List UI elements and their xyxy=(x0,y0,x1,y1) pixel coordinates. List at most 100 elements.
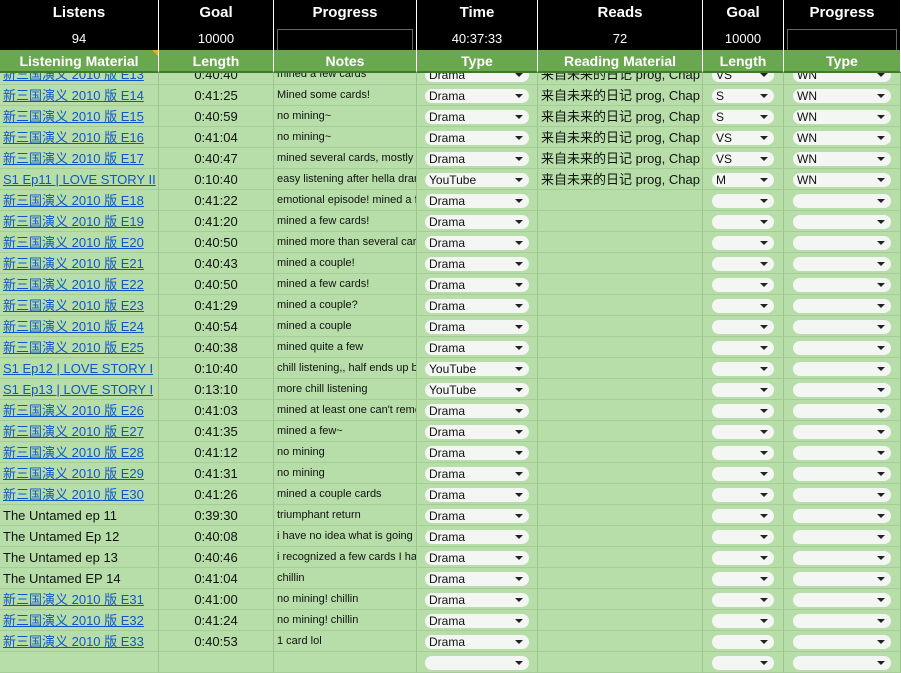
material-link[interactable]: 新三国演义 2010 版 E17 xyxy=(3,151,144,166)
reading-length-dropdown[interactable] xyxy=(712,215,774,229)
reading-type-cell[interactable]: WN xyxy=(784,127,901,148)
reading-length-dropdown[interactable] xyxy=(712,488,774,502)
reading-type-dropdown[interactable] xyxy=(793,299,891,313)
listening-material-cell[interactable]: 新三国演义 2010 版 E22 xyxy=(0,274,159,295)
type-dropdown[interactable]: Drama xyxy=(425,215,529,229)
length-cell[interactable]: 0:10:40 xyxy=(159,169,274,190)
reading-type-cell[interactable]: WN xyxy=(784,148,901,169)
length-cell[interactable] xyxy=(159,652,274,673)
reading-length-dropdown[interactable] xyxy=(712,572,774,586)
reading-type-dropdown[interactable] xyxy=(793,656,891,670)
reading-length-cell[interactable] xyxy=(703,316,784,337)
reading-material-cell[interactable] xyxy=(538,232,703,253)
reading-length-dropdown[interactable] xyxy=(712,383,774,397)
listening-material-cell[interactable]: 新三国演义 2010 版 E27 xyxy=(0,421,159,442)
notes-cell[interactable]: no mining xyxy=(274,463,417,484)
type-dropdown[interactable] xyxy=(425,656,529,670)
reading-material-cell[interactable] xyxy=(538,505,703,526)
type-dropdown[interactable]: Drama xyxy=(425,320,529,334)
reading-material-cell[interactable] xyxy=(538,589,703,610)
reading-length-cell[interactable] xyxy=(703,400,784,421)
reading-type-dropdown[interactable] xyxy=(793,257,891,271)
reading-type-dropdown[interactable] xyxy=(793,614,891,628)
reading-type-dropdown[interactable] xyxy=(793,530,891,544)
reading-length-cell[interactable] xyxy=(703,610,784,631)
type-cell[interactable]: Drama xyxy=(417,484,538,505)
type-cell[interactable]: Drama xyxy=(417,316,538,337)
length-cell[interactable]: 0:41:12 xyxy=(159,442,274,463)
type-cell[interactable]: Drama xyxy=(417,442,538,463)
progress-header[interactable]: Progress xyxy=(274,0,417,26)
reading-type-cell[interactable] xyxy=(784,232,901,253)
reading-length-cell[interactable] xyxy=(703,547,784,568)
comment-flag-icon[interactable] xyxy=(152,50,158,56)
reading-length-cell[interactable] xyxy=(703,337,784,358)
length-cell[interactable]: 0:40:50 xyxy=(159,232,274,253)
listening-material-cell[interactable]: 新三国演义 2010 版 E15 xyxy=(0,106,159,127)
type-header[interactable]: Type xyxy=(417,50,538,73)
type-dropdown[interactable]: Drama xyxy=(425,236,529,250)
reading-material-cell[interactable] xyxy=(538,400,703,421)
reading-type-dropdown[interactable]: WN xyxy=(793,152,891,166)
reading-length-dropdown[interactable] xyxy=(712,425,774,439)
listens-header[interactable]: Listens xyxy=(0,0,159,26)
reading-type-cell[interactable]: WN xyxy=(784,169,901,190)
type-cell[interactable]: Drama xyxy=(417,463,538,484)
listening-material-cell[interactable]: 新三国演义 2010 版 E29 xyxy=(0,463,159,484)
material-link[interactable]: 新三国演义 2010 版 E27 xyxy=(3,424,144,439)
listening-material-cell[interactable]: S1 Ep11 | LOVE STORY II xyxy=(0,169,159,190)
type-cell[interactable]: Drama xyxy=(417,190,538,211)
reading-type-dropdown[interactable] xyxy=(793,446,891,460)
reading-material-cell[interactable] xyxy=(538,253,703,274)
reading-material-cell[interactable]: 来自未来的日记 prog, Chap xyxy=(538,169,703,190)
reading-length-dropdown[interactable] xyxy=(712,299,774,313)
length-cell[interactable]: 0:40:59 xyxy=(159,106,274,127)
reading-type-dropdown[interactable] xyxy=(793,236,891,250)
listening-material-cell[interactable]: 新三国演义 2010 版 E31 xyxy=(0,589,159,610)
listening-material-cell[interactable]: 新三国演义 2010 版 E19 xyxy=(0,211,159,232)
reads-header[interactable]: Reads xyxy=(538,0,703,26)
reading-type-cell[interactable] xyxy=(784,211,901,232)
type-dropdown[interactable]: Drama xyxy=(425,110,529,124)
reading-length-cell[interactable] xyxy=(703,526,784,547)
length-cell[interactable]: 0:40:53 xyxy=(159,631,274,652)
reading-material-cell[interactable] xyxy=(538,610,703,631)
listening-material-cell[interactable]: 新三国演义 2010 版 E18 xyxy=(0,190,159,211)
reading-material-cell[interactable] xyxy=(538,211,703,232)
type-dropdown[interactable]: Drama xyxy=(425,446,529,460)
type-dropdown[interactable]: Drama xyxy=(425,572,529,586)
reading-type-dropdown[interactable] xyxy=(793,383,891,397)
material-link[interactable]: 新三国演义 2010 版 E16 xyxy=(3,130,144,145)
reading-length-dropdown[interactable] xyxy=(712,593,774,607)
length-cell[interactable]: 0:41:24 xyxy=(159,610,274,631)
material-link[interactable]: 新三国演义 2010 版 E18 xyxy=(3,193,144,208)
reading-material-cell[interactable] xyxy=(538,442,703,463)
reading-length-dropdown[interactable] xyxy=(712,656,774,670)
notes-cell[interactable]: i have no idea what is going o xyxy=(274,526,417,547)
type-cell[interactable]: Drama xyxy=(417,589,538,610)
material-link[interactable]: 新三国演义 2010 版 E21 xyxy=(3,256,144,271)
notes-cell[interactable]: Mined some cards! xyxy=(274,85,417,106)
reading-length-cell[interactable] xyxy=(703,379,784,400)
listening-material-cell[interactable]: 新三国演义 2010 版 E28 xyxy=(0,442,159,463)
reading-type-cell[interactable] xyxy=(784,484,901,505)
length-cell[interactable]: 0:39:30 xyxy=(159,505,274,526)
listening-progress-bar[interactable] xyxy=(274,26,417,50)
notes-cell[interactable]: mined several cards, mostly t xyxy=(274,148,417,169)
listening-material-cell[interactable]: 新三国演义 2010 版 E21 xyxy=(0,253,159,274)
reading-material-cell[interactable] xyxy=(538,379,703,400)
listening-material-cell[interactable] xyxy=(0,652,159,673)
notes-cell[interactable]: mined a couple! xyxy=(274,253,417,274)
reading-length-dropdown[interactable] xyxy=(712,278,774,292)
reading-material-cell[interactable] xyxy=(538,526,703,547)
listening-material-cell[interactable]: 新三国演义 2010 版 E33 xyxy=(0,631,159,652)
type-cell[interactable]: Drama xyxy=(417,610,538,631)
length-cell[interactable]: 0:40:54 xyxy=(159,316,274,337)
listening-material-cell[interactable]: 新三国演义 2010 版 E26 xyxy=(0,400,159,421)
reading-type-dropdown[interactable] xyxy=(793,194,891,208)
material-link[interactable]: 新三国演义 2010 版 E30 xyxy=(3,487,144,502)
type-cell[interactable]: Drama xyxy=(417,127,538,148)
type-cell[interactable]: YouTube xyxy=(417,169,538,190)
reading-length-dropdown[interactable] xyxy=(712,236,774,250)
length-cell[interactable]: 0:40:43 xyxy=(159,253,274,274)
